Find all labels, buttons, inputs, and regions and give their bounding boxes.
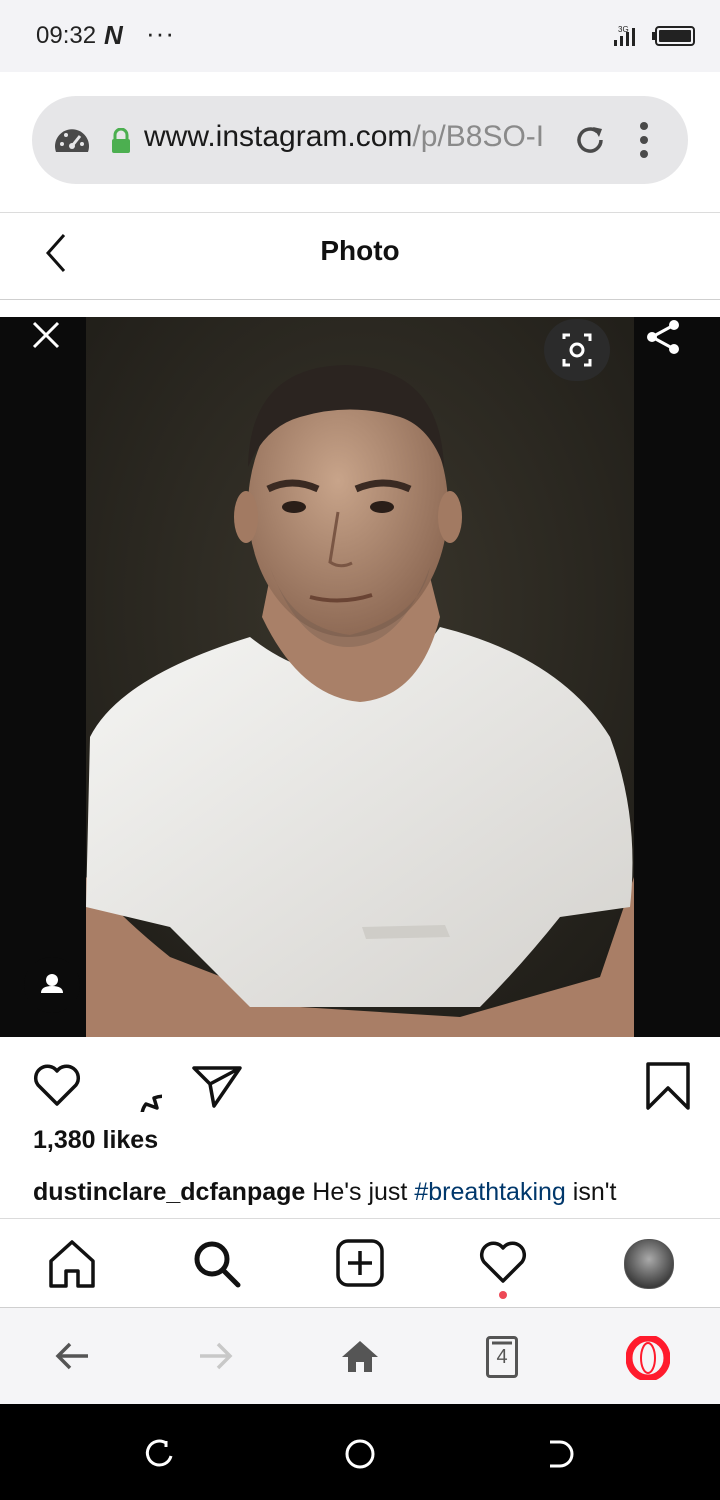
share-icon[interactable] [640, 317, 686, 362]
more-notifications-icon: ··· [146, 18, 175, 48]
browser-home-icon[interactable] [340, 1338, 380, 1379]
visual-search-icon[interactable] [544, 319, 610, 381]
notification-dot [499, 1291, 507, 1299]
new-post-icon[interactable] [336, 1239, 384, 1292]
browser-bottom-nav: 4 [0, 1308, 720, 1404]
comment-icon[interactable] [110, 1062, 186, 1136]
bookmark-icon[interactable] [644, 1060, 692, 1117]
back-icon[interactable] [546, 1438, 578, 1475]
caption-username[interactable]: dustinclare_dcfanpage [33, 1178, 305, 1206]
signal-icon: 3G [612, 24, 642, 53]
search-icon[interactable] [192, 1239, 242, 1294]
portrait-image [86, 317, 634, 1037]
url-host: www.instagram.com [144, 120, 413, 153]
reload-icon[interactable] [572, 122, 608, 163]
post-actions: 1,380 likes dustinclare_dcfanpage He's j… [0, 1040, 720, 1220]
url-path: /p/B8SO-I [412, 120, 545, 153]
close-icon[interactable] [30, 319, 62, 356]
speed-dial-icon[interactable] [52, 122, 92, 163]
caption-text-end: isn't [572, 1178, 617, 1206]
system-nav-bar [0, 1404, 720, 1500]
address-bar[interactable]: www.instagram.com/p/B8SO-I [32, 96, 688, 184]
forward-arrow-icon[interactable] [198, 1340, 234, 1377]
browser-toolbar: www.instagram.com/p/B8SO-I [0, 72, 720, 212]
status-bar: 09:32 N ··· 3G [0, 0, 720, 72]
home-circle-icon[interactable] [344, 1438, 376, 1475]
profile-avatar[interactable] [624, 1239, 674, 1289]
page-header: Photo [0, 212, 720, 300]
activity-heart-icon[interactable] [478, 1239, 528, 1290]
home-icon[interactable] [48, 1239, 96, 1294]
like-heart-icon[interactable] [32, 1062, 82, 1113]
caption-text: He's just [312, 1178, 408, 1206]
back-arrow-icon[interactable] [54, 1340, 90, 1377]
tabs-button[interactable]: 4 [486, 1336, 518, 1378]
send-icon[interactable] [190, 1062, 244, 1115]
menu-icon[interactable] [636, 118, 652, 167]
opera-logo-icon[interactable] [625, 1334, 671, 1385]
page-title: Photo [320, 235, 400, 266]
user-tag-icon[interactable] [24, 957, 80, 1013]
url-text[interactable]: www.instagram.com/p/B8SO-I [144, 120, 554, 154]
post-caption: dustinclare_dcfanpage He's just #breatht… [33, 1178, 683, 1207]
caption-hashtag[interactable]: #breathtaking [414, 1178, 566, 1206]
app-badge-icon: N [104, 20, 123, 50]
recents-icon[interactable] [144, 1438, 176, 1475]
status-time: 09:32 [36, 22, 97, 49]
battery-icon [652, 26, 696, 51]
instagram-bottom-nav [0, 1218, 720, 1308]
lock-icon [110, 127, 132, 159]
post-photo[interactable] [0, 317, 720, 1037]
likes-count[interactable]: 1,380 likes [33, 1126, 158, 1155]
